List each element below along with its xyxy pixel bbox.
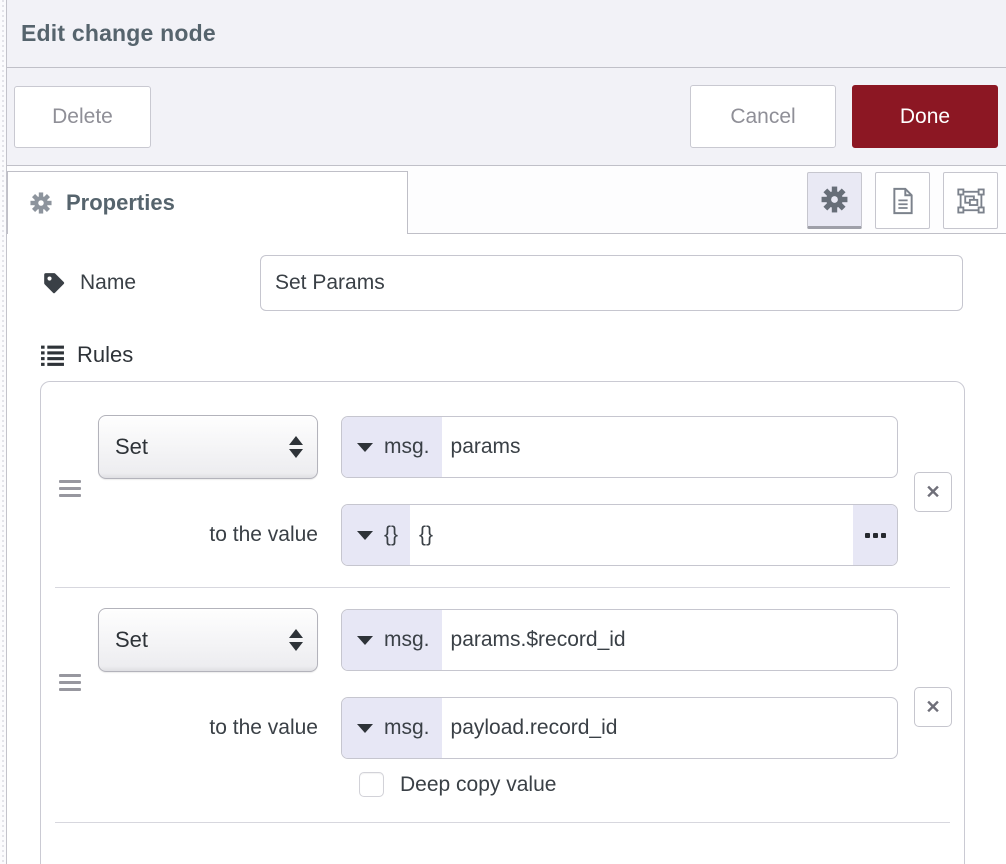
deep-copy-label: Deep copy value: [400, 773, 556, 797]
tray-resize-handle[interactable]: [0, 0, 7, 864]
delete-rule-button[interactable]: ✕: [914, 472, 952, 512]
select-arrows-icon: [289, 629, 303, 651]
deep-copy-checkbox[interactable]: [359, 772, 384, 797]
expand-editor-button[interactable]: [853, 505, 897, 565]
value-type-label: msg.: [384, 716, 430, 740]
chevron-down-icon: [357, 636, 373, 645]
tray-toolbar: Delete Cancel Done: [7, 68, 1006, 166]
done-button[interactable]: Done: [852, 85, 998, 148]
tab-properties-label: Properties: [66, 190, 175, 216]
rules-label-text: Rules: [77, 342, 133, 368]
value-input[interactable]: payload.record_id: [442, 698, 897, 758]
name-input[interactable]: [260, 255, 963, 311]
chevron-down-icon: [357, 531, 373, 540]
rules-list: ✕ Set msg. params: [40, 381, 965, 864]
rules-section-label: Rules: [40, 342, 1006, 368]
value-input[interactable]: {}: [410, 505, 853, 565]
property-typed-input: msg. params.$record_id: [341, 609, 898, 671]
property-input[interactable]: params.$record_id: [442, 610, 897, 670]
name-label-text: Name: [80, 271, 136, 295]
tab-properties[interactable]: Properties: [7, 171, 408, 234]
property-type-selector[interactable]: msg.: [342, 417, 442, 477]
chevron-down-icon: [357, 443, 373, 452]
tray-header: Edit change node: [7, 0, 1006, 68]
property-typed-input: msg. params: [341, 416, 898, 478]
property-type-label: msg.: [384, 628, 430, 652]
edit-change-node-dialog: Edit change node Delete Cancel Done: [0, 0, 1006, 864]
cancel-button[interactable]: Cancel: [690, 85, 836, 148]
property-input[interactable]: params: [442, 417, 897, 477]
value-type-selector[interactable]: msg.: [342, 698, 442, 758]
drag-handle-icon[interactable]: [59, 480, 81, 497]
ellipsis-icon: [865, 533, 870, 538]
property-type-selector[interactable]: msg.: [342, 610, 442, 670]
gear-icon: [30, 192, 52, 214]
appearance-tab-button[interactable]: [943, 172, 998, 229]
to-value-label: to the value: [98, 716, 318, 740]
page-title: Edit change node: [21, 20, 216, 47]
chevron-down-icon: [357, 724, 373, 733]
rule-row-1: ✕ Set msg. params: [41, 382, 964, 587]
rule-action-value: Set: [115, 627, 148, 653]
properties-tab-button[interactable]: [807, 172, 862, 229]
tag-icon: [42, 271, 66, 295]
select-arrows-icon: [289, 436, 303, 458]
object-group-icon: [956, 187, 986, 215]
name-field-label: Name: [42, 271, 260, 295]
rule-action-select[interactable]: Set: [98, 608, 318, 672]
property-type-label: msg.: [384, 435, 430, 459]
editor-tab-bar: Properties: [7, 166, 1006, 234]
drag-handle-icon[interactable]: [59, 674, 81, 691]
properties-panel: Name Rules: [7, 234, 1006, 864]
description-tab-button[interactable]: [875, 172, 930, 229]
value-typed-input: {} {}: [341, 504, 898, 566]
value-type-selector[interactable]: {}: [342, 505, 410, 565]
delete-button[interactable]: Delete: [14, 86, 151, 148]
rule-divider: [55, 822, 950, 823]
rule-action-select[interactable]: Set: [98, 415, 318, 479]
value-type-label: {}: [384, 523, 398, 547]
gear-icon: [821, 186, 848, 213]
list-icon: [40, 343, 65, 368]
deep-copy-option: Deep copy value: [359, 772, 964, 797]
delete-rule-button[interactable]: ✕: [914, 687, 952, 727]
rule-action-value: Set: [115, 434, 148, 460]
to-value-label: to the value: [98, 523, 318, 547]
value-typed-input: msg. payload.record_id: [341, 697, 898, 759]
document-icon: [889, 186, 917, 216]
rule-row-2: ✕ Set msg. params.$record_id: [41, 588, 964, 822]
